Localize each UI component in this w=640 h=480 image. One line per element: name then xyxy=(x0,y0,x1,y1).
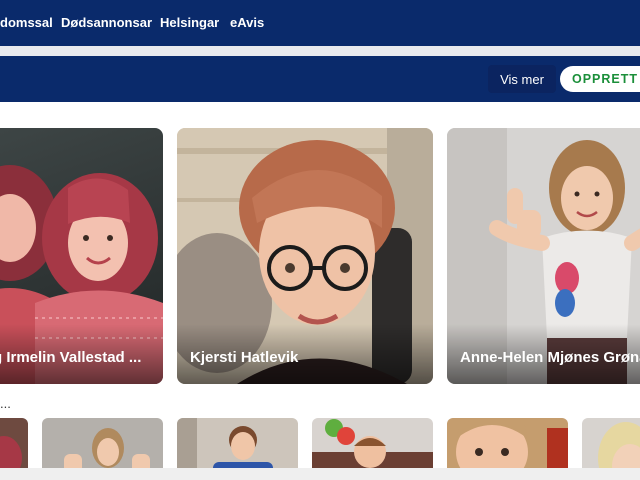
nav-item-eavis[interactable]: eAvis xyxy=(230,15,264,30)
promo-banner: Vis mer xyxy=(0,56,640,102)
greeting-card[interactable]: g Irmelin Vallestad ... xyxy=(0,128,163,384)
opprett-button[interactable]: OPPRETT I xyxy=(560,66,640,92)
card-name-overlay: Kjersti Hatlevik xyxy=(177,324,433,384)
nav-item-domssal[interactable]: domssal xyxy=(0,15,53,30)
card-name: g Irmelin Vallestad ... xyxy=(0,349,142,366)
greeting-card[interactable]: Anne-Helen Mjønes Grøna xyxy=(447,128,640,384)
card-name-overlay: Anne-Helen Mjønes Grøna xyxy=(447,324,640,384)
card-name: Anne-Helen Mjønes Grøna xyxy=(460,349,640,366)
nav-item-dodsannonsar[interactable]: Dødsannonsar xyxy=(61,15,152,30)
top-navigation: domssal Dødsannonsar Helsingar eAvis xyxy=(0,0,640,46)
separator-band xyxy=(0,46,640,56)
card-name: Kjersti Hatlevik xyxy=(190,349,299,366)
vis-mer-button[interactable]: Vis mer xyxy=(488,65,556,93)
greeting-card[interactable]: Kjersti Hatlevik xyxy=(177,128,433,384)
bottom-bar xyxy=(0,468,640,480)
card-name-overlay: g Irmelin Vallestad ... xyxy=(0,324,163,384)
page: domssal Dødsannonsar Helsingar eAvis Vis… xyxy=(0,0,640,480)
more-ellipsis: ... xyxy=(0,396,11,411)
nav-item-helsingar[interactable]: Helsingar xyxy=(160,15,219,30)
